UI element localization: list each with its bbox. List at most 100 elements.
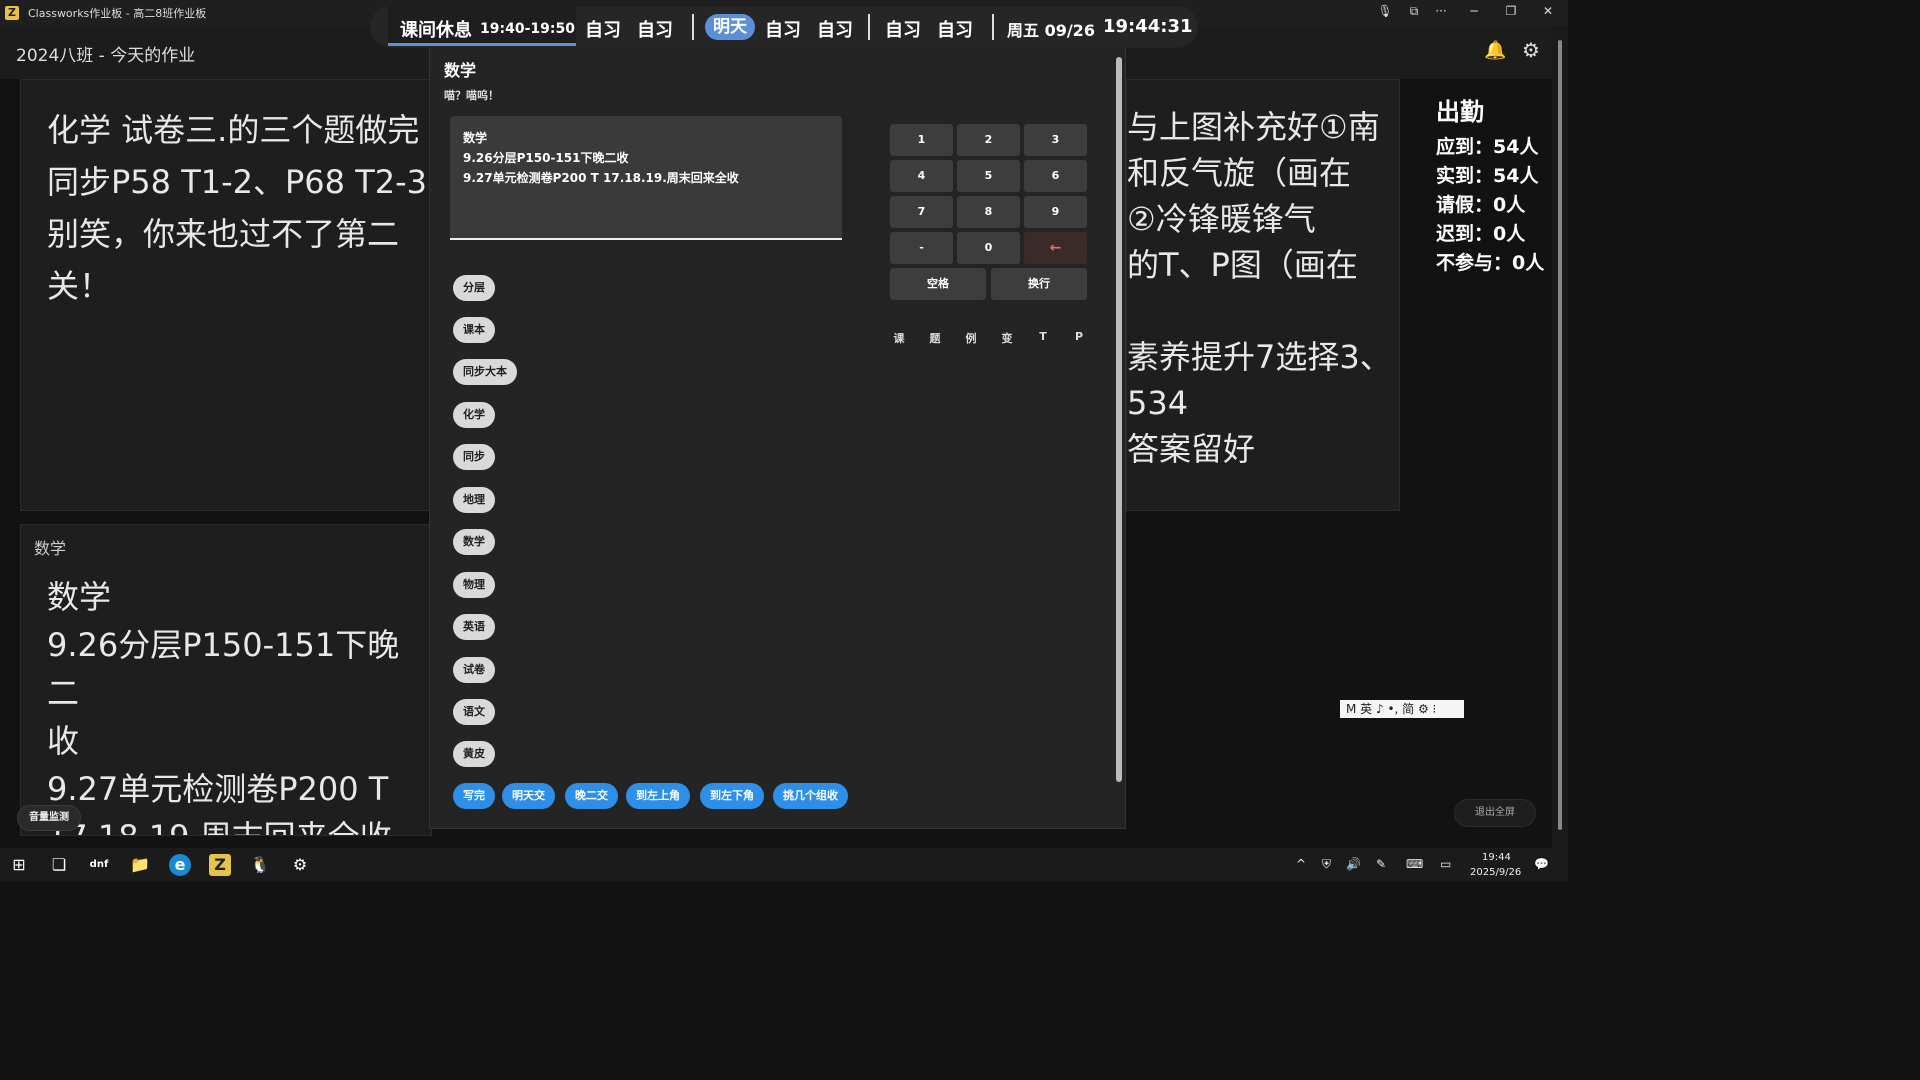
microphone-icon[interactable]: 🎙 (1375, 4, 1395, 18)
volume-monitor-button[interactable]: 音量监测 (17, 805, 81, 831)
schedule-item: 自习 (585, 20, 621, 41)
attendance-panel[interactable]: 出勤 应到：54人 实到：54人 请假：0人 迟到：0人 不参与：0人 (1436, 92, 1544, 278)
quick-ke[interactable]: 课 (889, 330, 909, 346)
homework-card-math[interactable]: 数学 数学 9.26分层P150-151下晚二 收 9.27单元检测卷P200 … (20, 524, 432, 836)
window-title: Classworks作业板 - 高二8班作业板 (28, 7, 207, 20)
cast-icon[interactable]: ⧉ (1404, 4, 1424, 19)
quick-t[interactable]: T (1033, 330, 1053, 343)
attendance-title: 出勤 (1436, 98, 1484, 126)
schedule-item: 自习 (817, 20, 853, 41)
schedule-divider (692, 14, 694, 40)
tray-clock-date[interactable]: 2025/9/26 (1470, 867, 1521, 878)
quick-ti[interactable]: 题 (925, 330, 945, 346)
notification-center-icon[interactable]: 💬 (1534, 857, 1549, 871)
key-dash[interactable]: - (890, 232, 953, 264)
key-4[interactable]: 4 (890, 160, 953, 192)
page-title: 2024八班 - 今天的作业 (16, 46, 196, 66)
key-9[interactable]: 9 (1024, 196, 1087, 228)
attendance-absent: 不参与：0人 (1436, 252, 1545, 274)
settings-app-icon[interactable]: ⚙ (289, 854, 311, 876)
quick-p[interactable]: P (1069, 330, 1089, 343)
attendance-late: 迟到：0人 (1436, 223, 1526, 245)
chip-chinese[interactable]: 语文 (453, 699, 495, 725)
key-3[interactable]: 3 (1024, 124, 1087, 156)
chip-tongbu-daben[interactable]: 同步大本 (453, 359, 517, 385)
current-period: 课间休息 19:40-19:50 (388, 6, 576, 46)
key-7[interactable]: 7 (890, 196, 953, 228)
action-done[interactable]: 写完 (453, 783, 495, 809)
chip-fenceng[interactable]: 分层 (453, 275, 495, 301)
edit-homework-dialog: 数学 喵？喵呜！ 数学 9.26分层P150-151下晚二收 9.27单元检测卷… (429, 46, 1126, 829)
close-button[interactable]: ✕ (1538, 4, 1558, 18)
bell-icon[interactable]: 🔔 (1484, 40, 1506, 61)
key-backspace[interactable]: ← (1024, 232, 1087, 264)
tray-security-icon[interactable]: ⛨ (1322, 857, 1331, 872)
restore-button[interactable]: ❐ (1501, 4, 1521, 18)
schedule-bar: 课间休息 19:40-19:50 自习 自习 明天 自习 自习 自习 自习 周五… (370, 6, 1198, 48)
key-5[interactable]: 5 (957, 160, 1020, 192)
action-due-tomorrow[interactable]: 明天交 (502, 783, 555, 809)
action-move-top-left[interactable]: 到左上角 (626, 783, 690, 809)
tray-clock-time[interactable]: 19:44 (1482, 852, 1511, 863)
homework-card-content: 与上图补充好①南 和反气旋（画在 ②冷锋暖锋气 的T、P图（画在 素养提升7选择… (1127, 108, 1392, 468)
homework-card-geography[interactable]: 与上图补充好①南 和反气旋（画在 ②冷锋暖锋气 的T、P图（画在 素养提升7选择… (1126, 79, 1400, 511)
action-due-evening2[interactable]: 晚二交 (565, 783, 618, 809)
dialog-title: 数学 (444, 61, 477, 80)
settings-gear-icon[interactable]: ⚙ (1522, 38, 1540, 62)
key-space[interactable]: 空格 (890, 268, 986, 300)
chip-tongbu[interactable]: 同步 (453, 444, 495, 470)
tomorrow-badge: 明天 (705, 14, 755, 40)
clock-date: 周五 09/26 (1007, 21, 1095, 40)
tray-volume-icon[interactable]: 🔊 (1346, 857, 1361, 871)
dialog-subtitle: 喵？喵呜！ (444, 89, 499, 102)
classworks-app-icon[interactable]: Z (209, 854, 231, 876)
key-8[interactable]: 8 (957, 196, 1020, 228)
attendance-present: 实到：54人 (1436, 165, 1539, 187)
more-options-icon[interactable]: ··· (1431, 4, 1451, 18)
key-2[interactable]: 2 (957, 124, 1020, 156)
minimize-button[interactable]: ─ (1464, 4, 1484, 18)
ime-toolbar[interactable]: M 英 ♪ •, 简 ⚙ ⁝ (1340, 700, 1464, 718)
chip-geography[interactable]: 地理 (453, 487, 495, 513)
dnf-app-icon[interactable]: dnf (88, 854, 110, 876)
chip-english[interactable]: 英语 (453, 614, 495, 640)
action-move-bottom-left[interactable]: 到左下角 (700, 783, 764, 809)
app-logo-icon: Z (5, 6, 19, 20)
main-scrollbar-thumb[interactable] (1558, 40, 1562, 830)
key-newline[interactable]: 换行 (991, 268, 1087, 300)
exit-fullscreen-button[interactable]: 退出全屏 (1454, 799, 1536, 827)
schedule-item: 自习 (937, 20, 973, 41)
chip-shijuan[interactable]: 试卷 (453, 657, 495, 683)
schedule-divider (992, 14, 994, 40)
windows-start-icon[interactable]: ⊞ (8, 854, 30, 876)
qq-app-icon[interactable]: 🐧 (249, 854, 271, 876)
tray-chevron-icon[interactable]: ^ (1296, 857, 1306, 871)
quick-bian[interactable]: 变 (997, 330, 1017, 346)
homework-card-content: 化学 试卷三.的三个题做完 同步P58 T1-2、P68 T2-3 别笑，你来也… (47, 111, 428, 305)
edge-browser-icon[interactable]: e (169, 854, 191, 876)
chip-keben[interactable]: 课本 (453, 317, 495, 343)
current-period-name: 课间休息 (400, 20, 472, 41)
tray-display-icon[interactable]: ▭ (1440, 857, 1451, 871)
key-1[interactable]: 1 (890, 124, 953, 156)
quick-li[interactable]: 例 (961, 330, 981, 346)
chip-huangpi[interactable]: 黄皮 (453, 741, 495, 767)
action-collect-groups[interactable]: 挑几个组收 (773, 783, 848, 809)
chip-chemistry[interactable]: 化学 (453, 402, 495, 428)
task-view-icon[interactable]: ❏ (48, 854, 70, 876)
homework-card-content: 数学 9.26分层P150-151下晚二 收 9.27单元检测卷P200 T 1… (47, 578, 400, 835)
schedule-item: 自习 (765, 20, 801, 41)
tray-keyboard-icon[interactable]: ⌨ (1406, 857, 1423, 871)
attendance-leave: 请假：0人 (1436, 194, 1526, 216)
homework-textarea[interactable]: 数学 9.26分层P150-151下晚二收 9.27单元检测卷P200 T 17… (450, 116, 842, 240)
schedule-divider (868, 14, 870, 40)
dialog-scrollbar[interactable] (1116, 57, 1122, 782)
chip-math[interactable]: 数学 (453, 529, 495, 555)
file-explorer-icon[interactable]: 📁 (129, 854, 151, 876)
key-0[interactable]: 0 (957, 232, 1020, 264)
tray-pen-icon[interactable]: ✎ (1376, 857, 1386, 871)
windows-taskbar: ⊞ ❏ dnf 📁 e Z 🐧 ⚙ ^ ⛨ 🔊 ✎ ⌨ ▭ 19:44 2025… (0, 848, 1568, 882)
key-6[interactable]: 6 (1024, 160, 1087, 192)
chip-physics[interactable]: 物理 (453, 572, 495, 598)
homework-card-chemistry[interactable]: 化学 试卷三.的三个题做完 同步P58 T1-2、P68 T2-3 别笑，你来也… (20, 79, 432, 511)
